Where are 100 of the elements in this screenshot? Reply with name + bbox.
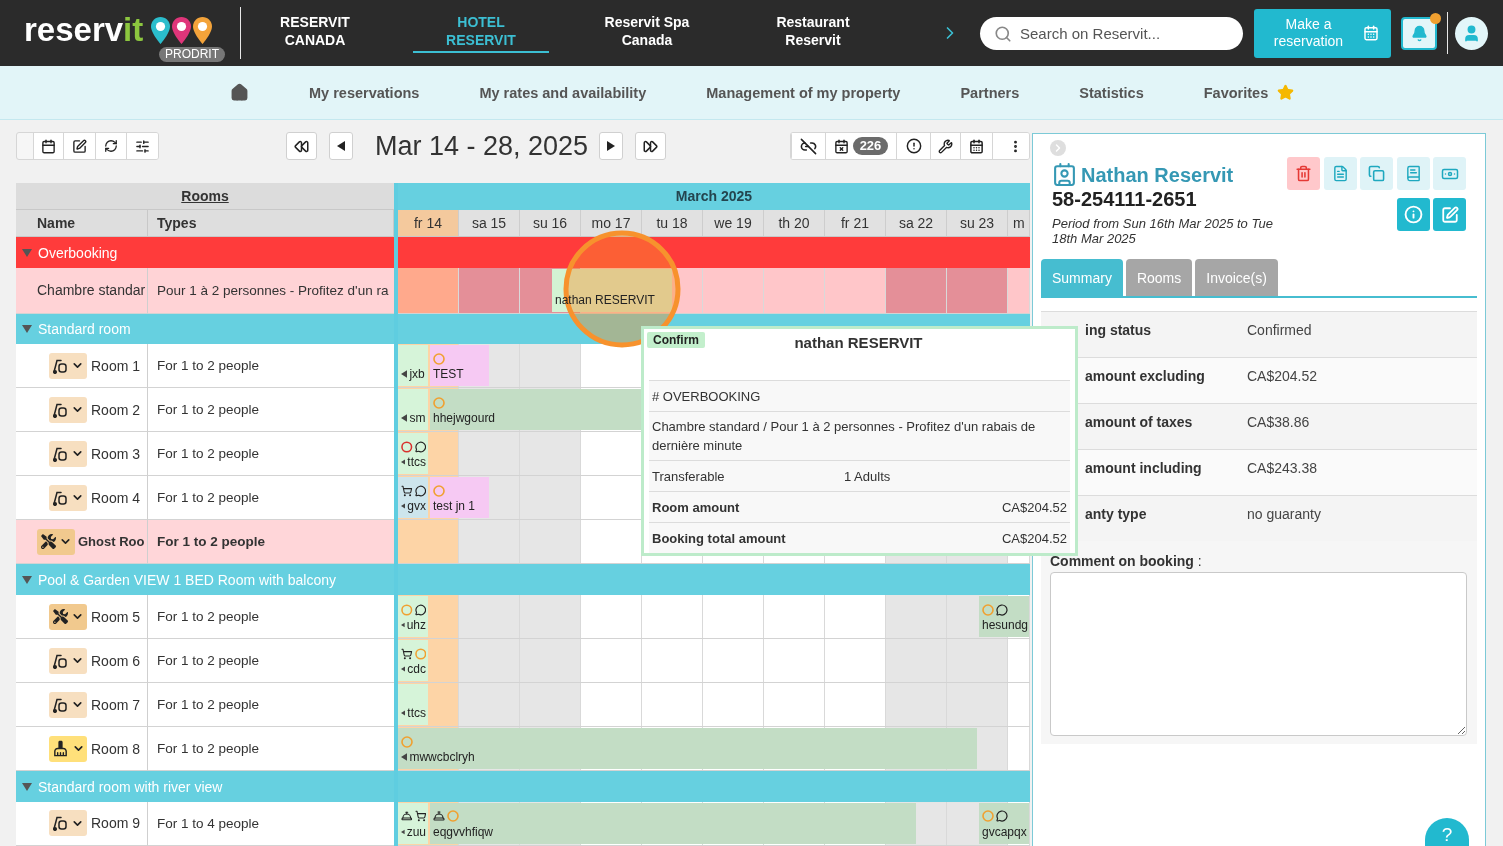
calendar-icon (41, 138, 56, 154)
tools-button[interactable] (930, 133, 960, 159)
previous-button[interactable] (329, 132, 353, 160)
document-button[interactable] (1323, 157, 1357, 190)
booking-bar[interactable]: ttcs (398, 684, 428, 726)
day-header: fr 21 (825, 209, 886, 237)
room-type: For 1 to 2 people (157, 741, 260, 757)
cart-icon (401, 647, 413, 660)
caret-right-icon (607, 141, 616, 151)
menu-link[interactable]: Management of my property (706, 84, 901, 101)
comment-field[interactable] (1050, 572, 1467, 736)
unlink-button[interactable] (791, 133, 825, 159)
room-type: For 1 to 2 people (157, 358, 260, 374)
property-tab[interactable]: HOTEL RESERVIT (413, 7, 549, 53)
group-name: Standard room with river view (38, 778, 223, 795)
caret-left-icon (401, 709, 406, 718)
tooltip-value: CA$204.52 (1001, 529, 1067, 548)
booking-bar[interactable]: test jn 1 (430, 477, 489, 519)
vacuum-icon (52, 815, 68, 832)
room-name: Ghost Roo (78, 534, 145, 550)
vacuum-icon (52, 696, 68, 713)
caret-left-icon (401, 414, 408, 423)
booking-bar[interactable]: hesundg (979, 596, 1029, 638)
booking-bar[interactable]: gvcapqx (979, 802, 1029, 844)
alerts-button[interactable] (896, 133, 930, 159)
vacuum-icon (52, 489, 68, 506)
housekeeping-dropdown[interactable] (49, 691, 87, 718)
booking-bar[interactable]: zuu (398, 802, 428, 844)
housekeeping-dropdown[interactable] (49, 440, 87, 467)
property-tab[interactable]: Reservit Spa Canada (579, 7, 715, 53)
booking-bar[interactable]: gvx (398, 477, 428, 519)
summary-value: Confirmed (1247, 321, 1313, 340)
rooms-heading[interactable]: Rooms (181, 187, 229, 204)
housekeeping-dropdown[interactable] (49, 484, 87, 511)
day-header: mo 17 (581, 209, 642, 237)
refresh-icon (104, 139, 118, 153)
avatar-button[interactable] (1455, 16, 1488, 50)
summary-label: amount of taxes (1084, 413, 1194, 432)
fast-forward-icon (643, 138, 659, 154)
star-icon (1277, 84, 1295, 101)
tooltip-label: Transferable (652, 468, 726, 486)
menu-link[interactable]: Favorites (1203, 84, 1295, 101)
property-tab[interactable]: Restaurant Reservit (745, 7, 881, 53)
home-link[interactable] (230, 83, 249, 102)
search-field[interactable]: Search on Reservit... (980, 16, 1243, 50)
document-icon (1331, 165, 1349, 182)
booking-bar[interactable]: uhz (398, 596, 428, 638)
housekeeping-dropdown[interactable] (37, 528, 75, 555)
booking-bar[interactable]: TEST (430, 345, 489, 387)
map-pin-icon (151, 16, 171, 44)
room-name: Room 3 (91, 445, 141, 462)
room-name: Room 6 (91, 652, 141, 669)
booking-bar[interactable]: eqgvvhfiqw (430, 802, 916, 844)
room-name: Chambre standar (37, 282, 146, 299)
summary-label: ing status (1084, 321, 1153, 340)
summary-value: no guaranty (1247, 505, 1322, 524)
room-name: Room 9 (91, 815, 141, 832)
logo-text: reserv (24, 13, 124, 47)
menu-link[interactable]: Partners (960, 84, 1020, 101)
housekeeping-dropdown[interactable] (49, 603, 87, 630)
room-name: Room 2 (91, 401, 141, 418)
vacuum-icon (52, 401, 68, 418)
property-tab[interactable]: RESERVIT CANADA (247, 7, 383, 53)
rewind-button[interactable] (286, 132, 317, 160)
vacuum-icon (52, 652, 68, 669)
housekeeping-dropdown[interactable] (49, 396, 87, 423)
menu-link[interactable]: Statistics (1079, 84, 1144, 101)
delete-button[interactable] (1287, 157, 1320, 190)
menu-link[interactable]: My reservations (309, 84, 420, 101)
comment-label: Comment on booking : (1050, 553, 1203, 570)
booking-bar[interactable]: nathan RESERVIT (552, 269, 672, 312)
day-header: su 23 (947, 209, 1008, 237)
caret-left-icon (401, 370, 408, 379)
environment-badge: PRODRIT (159, 47, 225, 62)
menu-link[interactable]: My rates and availability (479, 84, 647, 101)
fast-forward-button[interactable] (635, 132, 667, 160)
book-button[interactable] (1396, 157, 1430, 190)
booking-period: Period from Sun 16th Mar 2025 to Tue 18th Mar 2025 (1052, 216, 1274, 246)
refresh-button[interactable] (95, 133, 126, 159)
housekeeping-dropdown[interactable] (49, 810, 87, 837)
tooltip-value: 1 Adults (844, 468, 892, 486)
calendar-button[interactable] (960, 133, 992, 159)
group-header[interactable]: Overbooking (16, 237, 394, 269)
edit-button[interactable] (63, 133, 95, 159)
housekeeping-dropdown[interactable] (49, 735, 87, 762)
map-pin-icon (172, 16, 192, 44)
cart-icon (414, 810, 426, 823)
caret-left-icon (401, 665, 406, 674)
trash-icon (1295, 165, 1312, 182)
housekeeping-dropdown[interactable] (49, 352, 87, 379)
housekeeping-dropdown[interactable] (49, 647, 87, 674)
booking-bar[interactable]: jxb (398, 345, 428, 387)
booking-bar[interactable]: cdc (398, 640, 428, 682)
filters-button[interactable] (126, 133, 158, 159)
booking-bar[interactable]: ttcs (398, 433, 428, 475)
column-header: Name (16, 209, 148, 238)
next-button[interactable] (599, 132, 624, 160)
calendar-button[interactable] (33, 133, 63, 159)
pending-bookings-button[interactable]: 226 (825, 133, 896, 159)
booking-bar[interactable]: sm (398, 389, 428, 431)
